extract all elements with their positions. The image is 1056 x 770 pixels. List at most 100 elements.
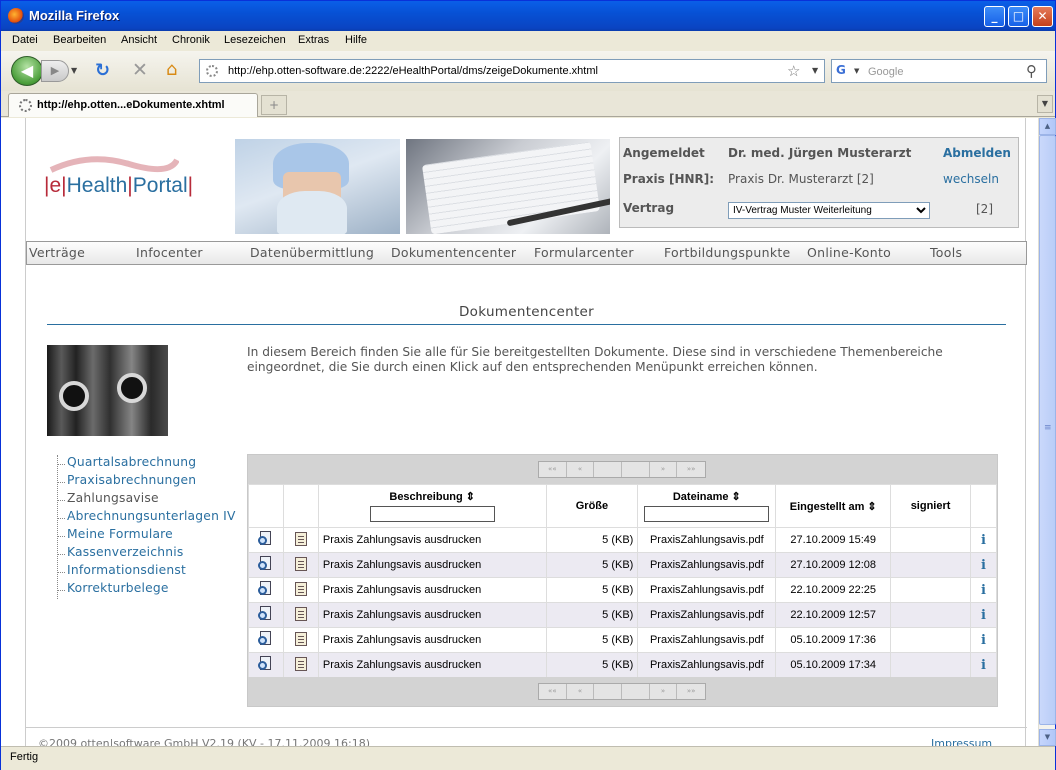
scroll-up-arrow-icon[interactable]: ▲	[1039, 118, 1056, 135]
tab-list-dropdown-icon[interactable]: ▼	[1037, 95, 1053, 113]
search-placeholder[interactable]: Google	[868, 66, 903, 78]
menu-chronik[interactable]: Chronik	[172, 34, 210, 46]
ehealth-portal-logo[interactable]: |e|Health|Portal|	[44, 156, 193, 198]
category-praxisabrechnungen[interactable]: Praxisabrechnungen	[58, 473, 257, 491]
list-cell[interactable]	[282, 602, 319, 628]
search-bar[interactable]: G ▼ Google ⚲	[831, 59, 1047, 83]
nav-infocenter[interactable]: Infocenter	[136, 245, 203, 260]
pager-last-button[interactable]: »»	[677, 462, 705, 477]
menu-bearbeiten[interactable]: Bearbeiten	[53, 34, 106, 46]
header-dateiname-label[interactable]: Dateiname ⇕	[673, 491, 741, 503]
scroll-down-arrow-icon[interactable]: ▼	[1039, 729, 1056, 746]
view-document-icon[interactable]	[257, 556, 274, 571]
menu-ansicht[interactable]: Ansicht	[121, 34, 157, 46]
nav-tools[interactable]: Tools	[930, 245, 962, 260]
menu-lesezeichen[interactable]: Lesezeichen	[224, 34, 286, 46]
maximize-button[interactable]: □	[1008, 6, 1029, 27]
view-document-icon[interactable]	[257, 631, 274, 646]
document-list-icon[interactable]	[294, 581, 307, 596]
abmelden-link[interactable]: Abmelden	[943, 146, 1011, 160]
reload-icon[interactable]: ↻	[95, 60, 110, 81]
url-text[interactable]: http://ehp.otten-software.de:2222/eHealt…	[228, 65, 598, 77]
history-dropdown-icon[interactable]: ▼	[71, 66, 77, 75]
view-cell[interactable]	[248, 577, 284, 603]
category-quartalsabrechnung[interactable]: Quartalsabrechnung	[58, 455, 257, 473]
header-eingestellt[interactable]: Eingestellt am ⇕	[775, 484, 892, 528]
category-zahlungsavise[interactable]: Zahlungsavise	[58, 491, 257, 509]
document-list-icon[interactable]	[294, 556, 307, 571]
url-bar[interactable]: http://ehp.otten-software.de:2222/eHealt…	[199, 59, 825, 83]
list-cell[interactable]	[282, 552, 319, 578]
pager-last-button[interactable]: »»	[677, 684, 705, 699]
document-list-icon[interactable]	[294, 606, 307, 621]
tab-current[interactable]: http://ehp.otten...eDokumente.xhtml	[8, 93, 258, 117]
wechseln-link[interactable]: wechseln	[943, 172, 999, 186]
document-list-icon[interactable]	[294, 531, 307, 546]
nav-fortbildungspunkte[interactable]: Fortbildungspunkte	[664, 245, 791, 260]
nav-dokumentencenter[interactable]: Dokumentencenter	[391, 245, 516, 260]
beschreibung-filter-input[interactable]	[369, 506, 495, 522]
forward-arrow-icon[interactable]: ▶	[41, 60, 69, 82]
header-beschreibung-label[interactable]: Beschreibung ⇕	[389, 491, 475, 503]
nav-vertraege[interactable]: Verträge	[29, 245, 85, 260]
stop-icon[interactable]: ✕	[132, 59, 148, 81]
pager-first-button[interactable]: ««	[539, 462, 567, 477]
close-button[interactable]: ✕	[1032, 6, 1053, 27]
nav-formularcenter[interactable]: Formularcenter	[534, 245, 634, 260]
view-cell[interactable]	[248, 602, 284, 628]
dateiname-filter-input[interactable]	[644, 506, 770, 522]
category-kassenverzeichnis[interactable]: Kassenverzeichnis	[58, 545, 257, 563]
vertical-scrollbar[interactable]: ▲ ▼	[1038, 118, 1056, 746]
new-tab-button[interactable]: +	[261, 95, 287, 115]
bookmark-star-icon[interactable]: ☆	[787, 62, 800, 80]
info-icon[interactable]: i	[970, 652, 997, 678]
info-icon[interactable]: i	[970, 552, 997, 578]
view-cell[interactable]	[248, 627, 284, 653]
minimize-button[interactable]: _	[984, 6, 1005, 27]
view-cell[interactable]	[248, 527, 284, 553]
list-cell[interactable]	[282, 652, 319, 678]
pager-first-button[interactable]: ««	[539, 684, 567, 699]
view-document-icon[interactable]	[257, 656, 274, 671]
category-abrechnungsunterlagen-iv[interactable]: Abrechnungsunterlagen IV	[58, 509, 257, 527]
menu-hilfe[interactable]: Hilfe	[345, 34, 367, 46]
pager-prev-button[interactable]: «	[567, 462, 595, 477]
nav-online-konto[interactable]: Online-Konto	[807, 245, 891, 260]
info-icon[interactable]: i	[970, 627, 997, 653]
view-cell[interactable]	[248, 652, 284, 678]
home-icon[interactable]: ⌂	[166, 59, 177, 80]
vertrag-select[interactable]: IV-Vertrag Muster Weiterleitung	[728, 202, 930, 219]
list-cell[interactable]	[282, 627, 319, 653]
view-cell[interactable]	[248, 552, 284, 578]
pager-next-button[interactable]: »	[650, 462, 678, 477]
view-document-icon[interactable]	[257, 581, 274, 596]
category-informationsdienst[interactable]: Informationsdienst	[58, 563, 257, 581]
document-list-icon[interactable]	[294, 631, 307, 646]
list-cell[interactable]	[282, 527, 319, 553]
pager-page-button[interactable]	[594, 462, 623, 477]
info-icon[interactable]: i	[970, 527, 997, 553]
menu-extras[interactable]: Extras	[298, 34, 329, 46]
category-korrekturbelege[interactable]: Korrekturbelege	[58, 581, 257, 599]
pager-prev-button[interactable]: «	[567, 684, 595, 699]
info-icon[interactable]: i	[970, 602, 997, 628]
pager-next-button[interactable]: »	[650, 684, 678, 699]
google-icon[interactable]: G	[836, 63, 854, 79]
nav-datenuebermittlung[interactable]: Datenübermittlung	[250, 245, 374, 260]
search-magnifier-icon[interactable]: ⚲	[1026, 62, 1037, 80]
header-dateiname[interactable]: Dateiname ⇕	[637, 484, 777, 528]
view-document-icon[interactable]	[257, 531, 274, 546]
menu-datei[interactable]: Datei	[12, 34, 38, 46]
list-cell[interactable]	[282, 577, 319, 603]
url-dropdown-icon[interactable]: ▼	[812, 66, 818, 75]
header-beschreibung[interactable]: Beschreibung ⇕	[317, 484, 547, 528]
scroll-thumb[interactable]	[1039, 135, 1056, 725]
pager-page-button[interactable]	[622, 462, 650, 477]
info-icon[interactable]: i	[970, 577, 997, 603]
search-engine-dropdown-icon[interactable]: ▼	[854, 67, 859, 75]
impressum-link[interactable]: Impressum	[931, 737, 992, 746]
pager-page-button[interactable]	[622, 684, 650, 699]
pager-page-button[interactable]	[594, 684, 623, 699]
back-arrow-icon[interactable]: ◀	[11, 56, 43, 86]
document-list-icon[interactable]	[294, 656, 307, 671]
